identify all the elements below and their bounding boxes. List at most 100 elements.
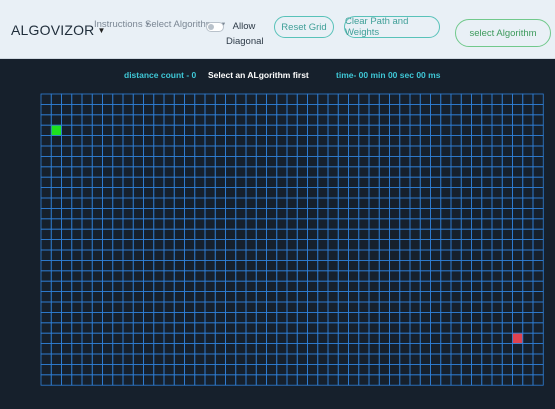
grid-cell[interactable] — [481, 176, 493, 188]
grid-cell[interactable] — [481, 135, 493, 147]
grid-cell[interactable] — [348, 363, 360, 376]
grid-cell[interactable] — [337, 363, 349, 376]
grid-cell[interactable] — [255, 156, 267, 168]
grid-cell[interactable] — [368, 332, 380, 345]
grid-cell[interactable] — [40, 332, 52, 345]
grid-cell[interactable] — [102, 343, 114, 355]
grid-cell[interactable] — [153, 353, 165, 365]
grid-cell[interactable] — [358, 124, 370, 136]
grid-cell[interactable] — [214, 280, 226, 292]
grid-cell[interactable] — [409, 239, 421, 251]
grid-cell[interactable] — [327, 135, 339, 147]
grid-cell[interactable] — [61, 124, 73, 136]
grid-cell[interactable] — [132, 239, 144, 251]
grid-cell[interactable] — [91, 249, 103, 261]
grid-cell[interactable] — [522, 353, 534, 365]
grid-cell[interactable] — [399, 156, 411, 168]
grid-cell[interactable] — [163, 124, 175, 136]
grid-cell[interactable] — [245, 322, 257, 334]
grid-cell[interactable] — [286, 259, 298, 272]
grid-cell[interactable] — [50, 291, 62, 303]
grid-cell[interactable] — [112, 322, 124, 334]
grid-cell[interactable] — [522, 187, 534, 199]
grid-cell[interactable] — [102, 322, 114, 334]
grid-cell[interactable] — [71, 343, 83, 355]
grid-cell[interactable] — [399, 207, 411, 220]
grid-cell[interactable] — [225, 291, 237, 303]
grid-cell[interactable] — [255, 249, 267, 261]
grid-cell[interactable] — [204, 176, 216, 188]
grid-cell[interactable] — [471, 156, 483, 168]
grid-cell[interactable] — [266, 374, 278, 386]
grid-cell[interactable] — [50, 93, 62, 105]
grid-cell[interactable] — [491, 374, 503, 386]
grid-cell[interactable] — [81, 114, 93, 126]
grid-cell[interactable] — [399, 259, 411, 272]
grid-cell[interactable] — [163, 114, 175, 126]
grid-cell[interactable] — [91, 239, 103, 251]
grid-cell[interactable] — [389, 280, 401, 292]
grid-cell[interactable] — [491, 114, 503, 126]
grid-cell[interactable] — [317, 270, 329, 282]
grid-cell[interactable] — [296, 280, 308, 292]
grid-cell[interactable] — [348, 124, 360, 136]
grid-cell[interactable] — [214, 135, 226, 147]
grid-cell[interactable] — [245, 145, 257, 157]
grid-cell[interactable] — [163, 353, 175, 365]
grid-cell[interactable] — [481, 259, 493, 272]
grid-cell[interactable] — [266, 322, 278, 334]
grid-cell[interactable] — [276, 249, 288, 261]
grid-cell[interactable] — [419, 93, 431, 105]
grid-cell[interactable] — [327, 114, 339, 126]
grid-cell[interactable] — [348, 343, 360, 355]
grid-cell[interactable] — [122, 311, 134, 324]
grid-cell[interactable] — [81, 218, 93, 230]
grid-cell[interactable] — [532, 114, 544, 126]
grid-cell[interactable] — [71, 124, 83, 136]
grid-cell[interactable] — [481, 363, 493, 376]
grid-cell[interactable] — [112, 218, 124, 230]
grid-cell[interactable] — [245, 270, 257, 282]
grid-cell[interactable] — [255, 259, 267, 272]
grid-cell[interactable] — [471, 166, 483, 178]
grid-cell[interactable] — [296, 218, 308, 230]
grid-cell[interactable] — [235, 332, 247, 345]
grid-cell[interactable] — [163, 207, 175, 220]
grid-cell[interactable] — [368, 353, 380, 365]
grid-cell[interactable] — [163, 322, 175, 334]
grid-cell[interactable] — [348, 291, 360, 303]
grid-cell[interactable] — [50, 207, 62, 220]
grid-cell[interactable] — [532, 239, 544, 251]
grid-cell[interactable] — [440, 259, 452, 272]
grid-cell[interactable] — [194, 135, 206, 147]
grid-cell[interactable] — [327, 363, 339, 376]
grid-cell[interactable] — [153, 343, 165, 355]
grid-cell[interactable] — [389, 259, 401, 272]
grid-cell[interactable] — [112, 353, 124, 365]
grid-cell[interactable] — [235, 322, 247, 334]
grid-cell[interactable] — [481, 291, 493, 303]
grid-cell[interactable] — [214, 104, 226, 116]
grid-cell[interactable] — [286, 332, 298, 345]
grid-cell[interactable] — [153, 239, 165, 251]
grid-cell[interactable] — [81, 145, 93, 157]
grid-cell[interactable] — [430, 93, 442, 105]
grid-cell[interactable] — [450, 280, 462, 292]
grid-cell[interactable] — [204, 104, 216, 116]
grid-cell[interactable] — [450, 156, 462, 168]
grid-cell[interactable] — [102, 332, 114, 345]
grid-cell[interactable] — [245, 280, 257, 292]
grid-cell[interactable] — [276, 124, 288, 136]
grid-cell[interactable] — [50, 114, 62, 126]
grid-cell[interactable] — [358, 135, 370, 147]
grid-cell[interactable] — [399, 332, 411, 345]
grid-cell[interactable] — [204, 239, 216, 251]
grid-cell[interactable] — [389, 124, 401, 136]
grid-cell[interactable] — [481, 124, 493, 136]
grid-cell[interactable] — [194, 145, 206, 157]
grid-cell[interactable] — [184, 197, 196, 209]
grid-cell[interactable] — [255, 93, 267, 105]
grid-cell[interactable] — [389, 145, 401, 157]
grid-cell[interactable] — [143, 218, 155, 230]
grid-cell[interactable] — [358, 374, 370, 386]
